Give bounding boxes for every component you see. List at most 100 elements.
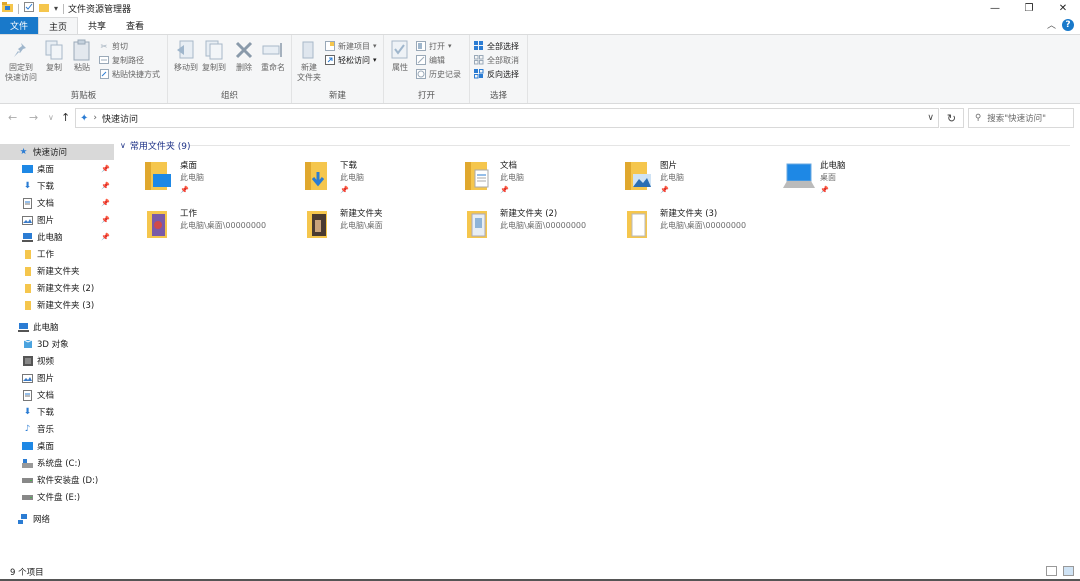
- pinned-icon: 📌: [340, 186, 349, 194]
- tab-share[interactable]: 共享: [78, 17, 116, 34]
- item-count: 9 个项目: [10, 567, 44, 578]
- easy-access-button[interactable]: 轻松访问 ▾: [325, 53, 377, 67]
- nav-item-pc-desktop[interactable]: 桌面: [0, 438, 114, 454]
- copy-path-button[interactable]: 复制路径: [99, 53, 144, 67]
- details-view-icon[interactable]: [1046, 566, 1057, 576]
- select-none-icon: [474, 55, 484, 65]
- folder-tile-new-folder-2[interactable]: 新建文件夹 (2) 此电脑\桌面\00000000: [460, 206, 620, 246]
- search-input[interactable]: ⚲ 搜索"快速访问": [968, 108, 1074, 128]
- nav-quick-access[interactable]: ★ 快速访问: [0, 144, 114, 160]
- rename-button[interactable]: 重命名: [258, 39, 288, 73]
- window-title: 文件资源管理器: [68, 5, 132, 15]
- nav-item-music[interactable]: ♪ 音乐: [0, 421, 114, 437]
- download-arrow-icon: ⬇: [23, 407, 32, 417]
- folder-icon: [140, 206, 176, 242]
- pin-icon: [10, 39, 32, 61]
- nav-network[interactable]: 网络: [0, 511, 114, 527]
- nav-item-drive-c[interactable]: 系统盘 (C:): [0, 455, 114, 471]
- explorer-icon: [2, 2, 13, 15]
- shortcut-icon: [99, 69, 109, 79]
- move-to-icon: [175, 39, 197, 61]
- nav-item-new-folder-2[interactable]: 新建文件夹 (2): [0, 280, 114, 296]
- open-button[interactable]: 打开 ▾: [416, 39, 452, 53]
- nav-item-this-pc-pinned[interactable]: 此电脑 📌: [0, 229, 114, 245]
- move-to-button[interactable]: 移动到: [172, 39, 200, 73]
- tab-file[interactable]: 文件: [0, 17, 38, 34]
- nav-item-work[interactable]: 工作: [0, 246, 114, 262]
- computer-icon: [18, 322, 29, 333]
- organize-group: 移动到 复制到 删除 重命名 组织: [168, 35, 292, 103]
- nav-item-pc-pictures[interactable]: 图片: [0, 370, 114, 386]
- group-title: 常用文件夹 (9): [129, 142, 191, 152]
- delete-x-icon: [233, 39, 255, 61]
- dropdown-arrow-icon: ▾: [448, 42, 452, 50]
- folder-tile-new-folder[interactable]: 新建文件夹 此电脑\桌面: [300, 206, 460, 246]
- nav-item-new-folder[interactable]: 新建文件夹: [0, 263, 114, 279]
- select-none-button[interactable]: 全部取消: [474, 53, 519, 67]
- refresh-icon[interactable]: ↻: [940, 108, 964, 128]
- copy-button[interactable]: 复制: [42, 39, 66, 73]
- paste-button[interactable]: 粘贴: [70, 39, 94, 73]
- folder-icon: [22, 300, 33, 311]
- properties-icon: [389, 39, 411, 61]
- drive-icon: [22, 492, 33, 503]
- nav-item-pictures[interactable]: 图片 📌: [0, 212, 114, 228]
- paste-shortcut-button[interactable]: 粘贴快捷方式: [99, 67, 160, 81]
- group-divider: [190, 145, 1070, 146]
- folder-tile-pictures[interactable]: 图片 此电脑 📌: [620, 158, 780, 198]
- address-bar[interactable]: ✦ › 快速访问 ∨: [75, 108, 939, 128]
- folder-icon: [22, 249, 33, 260]
- close-button[interactable]: ✕: [1046, 0, 1080, 16]
- ribbon-tabs: 文件 主页 共享 查看 ︿ ?: [0, 16, 1080, 34]
- folder-tile-downloads[interactable]: 下载 此电脑 📌: [300, 158, 460, 198]
- folder-tile-documents[interactable]: 文档 此电脑 📌: [460, 158, 620, 198]
- nav-item-drive-e[interactable]: 文件盘 (E:): [0, 489, 114, 505]
- breadcrumb-quick-access[interactable]: 快速访问: [102, 112, 138, 125]
- nav-item-pc-documents[interactable]: 文档: [0, 387, 114, 403]
- folder-tile-new-folder-3[interactable]: 新建文件夹 (3) 此电脑\桌面\00000000: [620, 206, 780, 246]
- minimize-button[interactable]: —: [978, 0, 1012, 16]
- invert-selection-button[interactable]: 反向选择: [474, 67, 519, 81]
- address-dropdown-icon[interactable]: ∨: [927, 113, 934, 123]
- folder-tile-work[interactable]: 工作 此电脑\桌面\00000000: [140, 206, 300, 246]
- maximize-button[interactable]: ❐: [1012, 0, 1046, 16]
- tab-home[interactable]: 主页: [38, 17, 79, 34]
- nav-item-drive-d[interactable]: 软件安装盘 (D:): [0, 472, 114, 488]
- nav-item-videos[interactable]: 视频: [0, 353, 114, 369]
- nav-item-desktop[interactable]: 桌面 📌: [0, 161, 114, 177]
- forward-arrow-icon[interactable]: →: [29, 111, 38, 124]
- group-header[interactable]: ∨ 常用文件夹 (9): [120, 139, 190, 152]
- back-arrow-icon[interactable]: ←: [8, 111, 17, 124]
- up-arrow-icon[interactable]: ↑: [61, 111, 70, 124]
- customize-toolbar-icon[interactable]: ▾: [54, 4, 58, 13]
- nav-item-3d-objects[interactable]: 3D 对象: [0, 336, 114, 352]
- nav-item-documents[interactable]: 文档 📌: [0, 195, 114, 211]
- tab-view[interactable]: 查看: [116, 17, 154, 34]
- new-folder-quick-icon[interactable]: [39, 2, 49, 15]
- collapse-ribbon-icon[interactable]: ︿: [1047, 18, 1056, 31]
- nav-this-pc[interactable]: 此电脑: [0, 319, 114, 335]
- folder-tile-desktop[interactable]: 桌面 此电脑 📌: [140, 158, 300, 198]
- large-icons-view-icon[interactable]: [1063, 566, 1074, 576]
- desktop-folder-icon: [140, 158, 176, 194]
- recent-locations-icon[interactable]: ∨: [48, 113, 54, 122]
- help-icon[interactable]: ?: [1062, 18, 1074, 31]
- new-folder-button[interactable]: 新建 文件夹: [294, 39, 324, 83]
- clipboard-icon: [71, 39, 93, 61]
- nav-item-downloads[interactable]: ⬇ 下载 📌: [0, 178, 114, 194]
- select-all-button[interactable]: 全部选择: [474, 39, 519, 53]
- edit-button[interactable]: 编辑: [416, 53, 445, 67]
- nav-item-pc-downloads[interactable]: ⬇ 下载: [0, 404, 114, 420]
- cut-button[interactable]: ✂ 剪切: [99, 39, 128, 53]
- copy-to-button[interactable]: 复制到: [200, 39, 228, 73]
- new-item-button[interactable]: 新建项目 ▾: [325, 39, 377, 53]
- pinned-icon: 📌: [101, 199, 110, 207]
- nav-item-new-folder-3[interactable]: 新建文件夹 (3): [0, 297, 114, 313]
- history-button[interactable]: 历史记录: [416, 67, 461, 81]
- properties-quick-icon[interactable]: [24, 2, 34, 15]
- computer-icon: [22, 232, 33, 243]
- delete-button[interactable]: 删除: [232, 39, 256, 73]
- folder-tile-this-pc[interactable]: 此电脑 桌面 📌: [780, 158, 940, 198]
- pin-to-quick-access-button[interactable]: 固定到 快速访问: [4, 39, 38, 83]
- properties-button[interactable]: 属性: [388, 39, 412, 73]
